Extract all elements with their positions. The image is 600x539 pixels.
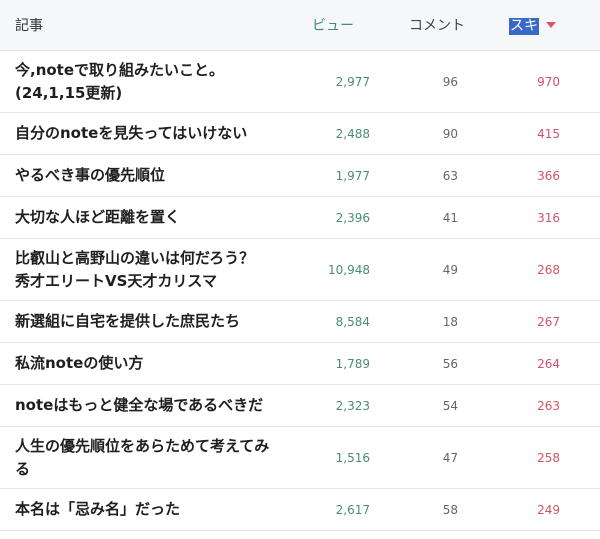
table-row[interactable]: 私流noteの使い方 1,789 56 264 bbox=[0, 343, 600, 385]
likes-count: 970 bbox=[537, 75, 560, 89]
likes-label: スキ bbox=[509, 18, 539, 35]
views-count: 2,617 bbox=[335, 503, 370, 517]
table-body: 今,noteで取り組みたいこと。 (24,1,15更新) 2,977 96 970… bbox=[0, 51, 600, 531]
comments-count: 49 bbox=[442, 263, 458, 277]
table-row[interactable]: 今,noteで取り組みたいこと。 (24,1,15更新) 2,977 96 970 bbox=[0, 51, 600, 113]
article-title[interactable]: 自分のnoteを見失ってはいけない bbox=[15, 122, 305, 145]
caret-down-icon bbox=[546, 22, 556, 28]
views-count: 1,789 bbox=[335, 357, 370, 371]
table-row[interactable]: 人生の優先順位をあらためて考えてみる 1,516 47 258 bbox=[0, 427, 600, 489]
column-header-likes[interactable]: スキ bbox=[509, 0, 556, 50]
likes-count: 258 bbox=[537, 451, 560, 465]
article-title-line: る bbox=[15, 460, 31, 478]
table-row[interactable]: 大切な人ほど距離を置く 2,396 41 316 bbox=[0, 197, 600, 239]
table-row[interactable]: 本名は「忌み名」だった 2,617 58 249 bbox=[0, 489, 600, 531]
table-row[interactable]: 比叡山と高野山の違いは何だろう？ 秀才エリートVS天才カリスマ 10,948 49… bbox=[0, 239, 600, 301]
article-title[interactable]: 本名は「忌み名」だった bbox=[15, 498, 305, 521]
comments-count: 41 bbox=[442, 211, 458, 225]
views-count: 1,516 bbox=[335, 451, 370, 465]
article-stats-table: 記事 ビュー コメント スキ 今,noteで取り組みたいこと。 (24,1,15更… bbox=[0, 0, 600, 539]
article-title-line: 今,noteで取り組みたいこと。 bbox=[15, 61, 225, 79]
article-title[interactable]: やるべき事の優先順位 bbox=[15, 164, 305, 187]
likes-count: 366 bbox=[537, 169, 560, 183]
views-count: 8,584 bbox=[335, 315, 370, 329]
article-title-line: 比叡山と高野山の違いは何だろう？ bbox=[15, 249, 255, 267]
comments-count: 63 bbox=[442, 169, 458, 183]
table-header: 記事 ビュー コメント スキ bbox=[0, 0, 600, 51]
article-title[interactable]: 新選組に自宅を提供した庶民たち bbox=[15, 310, 305, 333]
comments-count: 90 bbox=[442, 127, 458, 141]
table-row[interactable]: 自分のnoteを見失ってはいけない 2,488 90 415 bbox=[0, 113, 600, 155]
views-count: 2,396 bbox=[335, 211, 370, 225]
likes-count: 249 bbox=[537, 503, 560, 517]
column-header-views[interactable]: ビュー bbox=[312, 0, 354, 50]
article-title[interactable]: 比叡山と高野山の違いは何だろう？ 秀才エリートVS天才カリスマ bbox=[15, 247, 305, 293]
comments-count: 54 bbox=[442, 399, 458, 413]
article-title-line: (24,1,15更新) bbox=[15, 84, 123, 102]
views-count: 10,948 bbox=[328, 263, 370, 277]
likes-count: 268 bbox=[537, 263, 560, 277]
article-title-line: 人生の優先順位をあらためて考えてみ bbox=[15, 437, 270, 455]
views-count: 1,977 bbox=[335, 169, 370, 183]
comments-count: 96 bbox=[442, 75, 458, 89]
views-count: 2,323 bbox=[335, 399, 370, 413]
likes-count: 415 bbox=[537, 127, 560, 141]
column-header-comments[interactable]: コメント bbox=[409, 0, 465, 50]
comments-count: 56 bbox=[442, 357, 458, 371]
table-row[interactable]: 新選組に自宅を提供した庶民たち 8,584 18 267 bbox=[0, 301, 600, 343]
article-title[interactable]: 今,noteで取り組みたいこと。 (24,1,15更新) bbox=[15, 59, 305, 105]
article-title[interactable]: 人生の優先順位をあらためて考えてみる bbox=[15, 435, 305, 481]
column-header-article: 記事 bbox=[15, 18, 43, 34]
views-count: 2,977 bbox=[335, 75, 370, 89]
article-title[interactable]: 大切な人ほど距離を置く bbox=[15, 206, 305, 229]
article-title-line: 秀才エリートVS天才カリスマ bbox=[15, 272, 217, 290]
article-title[interactable]: 私流noteの使い方 bbox=[15, 352, 305, 375]
table-row[interactable]: やるべき事の優先順位 1,977 63 366 bbox=[0, 155, 600, 197]
article-title[interactable]: noteはもっと健全な場であるべきだ bbox=[15, 394, 305, 417]
likes-count: 267 bbox=[537, 315, 560, 329]
comments-count: 58 bbox=[442, 503, 458, 517]
likes-count: 316 bbox=[537, 211, 560, 225]
views-count: 2,488 bbox=[335, 127, 370, 141]
likes-count: 264 bbox=[537, 357, 560, 371]
comments-count: 47 bbox=[442, 451, 458, 465]
likes-count: 263 bbox=[537, 399, 560, 413]
comments-count: 18 bbox=[442, 315, 458, 329]
table-row[interactable]: noteはもっと健全な場であるべきだ 2,323 54 263 bbox=[0, 385, 600, 427]
